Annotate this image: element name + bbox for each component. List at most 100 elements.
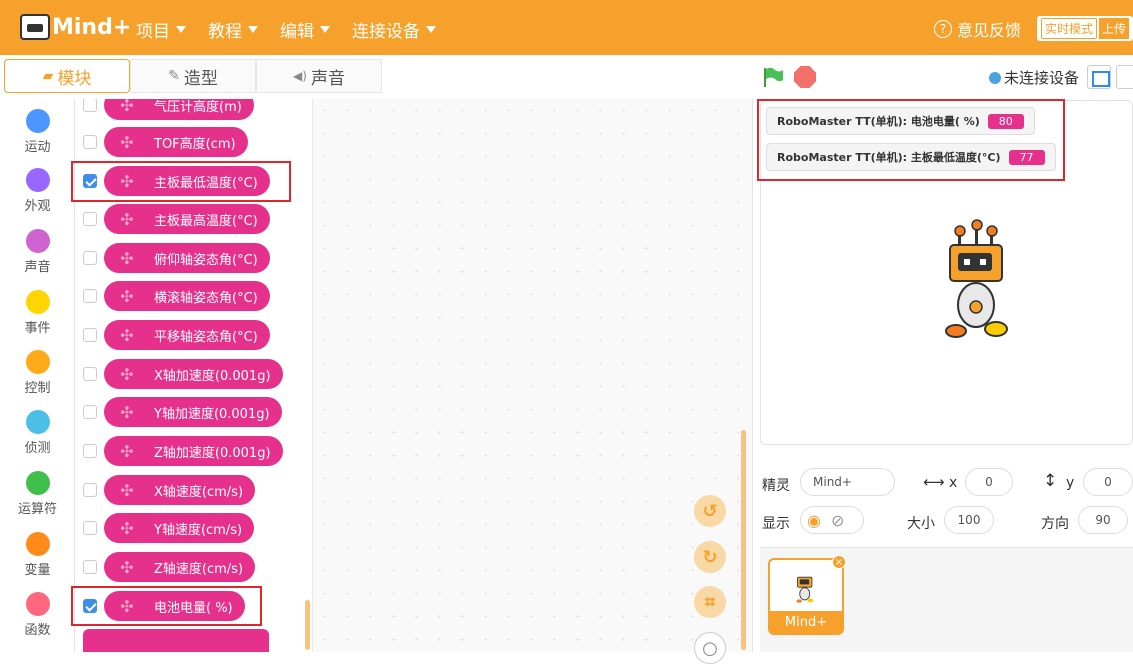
crop-button[interactable]: ⌗: [694, 586, 726, 618]
tab-blocks[interactable]: ▰ 模块: [4, 59, 130, 93]
mind-plus-logo[interactable]: Mind+: [20, 10, 131, 44]
delete-sprite-icon[interactable]: ×: [832, 555, 846, 569]
category-variables[interactable]: 变量: [0, 532, 75, 578]
reporter-block[interactable]: ✣ X轴加速度(0.001g): [104, 359, 283, 389]
small-stage-button[interactable]: [1087, 65, 1111, 89]
menu-edit-label: 编辑: [280, 22, 314, 42]
monitor-checkbox[interactable]: [83, 560, 97, 574]
sprite-card[interactable]: × Mind+: [768, 555, 846, 635]
connection-status: 未连接设备: [989, 67, 1079, 88]
block-label: 俯仰轴姿态角(°C): [154, 252, 258, 268]
drone-icon: ✣: [120, 557, 134, 577]
monitor-checkbox[interactable]: [83, 521, 97, 535]
reporter-block[interactable]: ✣ Z轴加速度(0.001g): [104, 436, 283, 466]
reporter-block[interactable]: ✣ 横滚轴姿态角(°C): [104, 281, 270, 311]
size-input[interactable]: 100: [944, 506, 994, 534]
upload-mode-button[interactable]: 上传: [1098, 18, 1129, 39]
reporter-block[interactable]: ✣ Y轴加速度(0.001g): [104, 397, 282, 427]
workspace-scrollbar[interactable]: [741, 430, 746, 650]
size-label: 大小: [907, 516, 935, 532]
menu-connect-label: 连接设备: [352, 22, 420, 42]
stage[interactable]: RoboMaster TT(单机): 电池电量( %) 80 RoboMaste…: [757, 99, 1133, 445]
command-block-partial[interactable]: [83, 629, 269, 652]
reporter-block[interactable]: ✣ Y轴速度(cm/s): [104, 513, 255, 543]
direction-input[interactable]: 90: [1078, 506, 1128, 534]
reporter-block[interactable]: ✣ 主板最高温度(°C): [104, 204, 270, 234]
x-label: x: [949, 475, 958, 491]
sprite-name-input[interactable]: Mind+: [800, 468, 895, 496]
large-stage-button[interactable]: [1116, 65, 1133, 89]
drone-icon: ✣: [120, 402, 134, 422]
reporter-block[interactable]: ✣ Z轴速度(cm/s): [104, 552, 256, 582]
category-label: 运动: [24, 140, 51, 155]
block-label: X轴加速度(0.001g): [154, 368, 271, 384]
category-events[interactable]: 事件: [0, 290, 75, 336]
category-label: 函数: [24, 623, 51, 638]
sprite-info-panel: 精灵 Mind+ ⟷ x 0 ↕ y 0 显示 ◉ ⊘ 大小 100 方向 90: [753, 460, 1133, 545]
monitor-checkbox[interactable]: [83, 483, 97, 497]
zoom-button[interactable]: ○: [694, 632, 726, 664]
stage-header: 未连接设备: [753, 55, 1133, 99]
feedback-button[interactable]: ? 意见反馈: [933, 17, 1021, 41]
x-input[interactable]: 0: [965, 468, 1013, 496]
category-dot-icon: [25, 109, 50, 133]
top-menu-bar: Mind+ 项目 教程 编辑 连接设备 ? 意见反馈 实时模式 上传: [0, 0, 1133, 55]
reporter-block[interactable]: ✣ TOF高度(cm): [104, 127, 248, 157]
mind-plus-sprite[interactable]: [942, 219, 1012, 349]
sprite-thumbnail-icon: [796, 576, 814, 603]
redo-icon: ↻: [702, 546, 718, 568]
eye-off-icon[interactable]: ⊘: [831, 511, 844, 530]
code-workspace[interactable]: [313, 99, 753, 652]
category-label: 事件: [24, 321, 51, 336]
monitor-checkbox[interactable]: [83, 328, 97, 342]
tab-costumes[interactable]: ✎ 造型: [130, 59, 256, 93]
monitor-checkbox[interactable]: [83, 405, 97, 419]
redo-button[interactable]: ↻: [694, 541, 726, 573]
y-value: 0: [1104, 475, 1112, 489]
eye-icon[interactable]: ◉: [807, 511, 821, 530]
block-row: ✣ Z轴速度(cm/s): [75, 551, 312, 583]
connection-status-label: 未连接设备: [1004, 69, 1080, 87]
block-row: ✣ Z轴加速度(0.001g): [75, 435, 312, 467]
category-operators[interactable]: 运算符: [0, 471, 75, 517]
monitor-checkbox[interactable]: [83, 289, 97, 303]
monitor-checkbox[interactable]: [83, 444, 97, 458]
reporter-block[interactable]: ✣ X轴速度(cm/s): [104, 475, 256, 505]
monitor-checkbox[interactable]: [83, 212, 97, 226]
palette-scrollbar[interactable]: [305, 600, 310, 650]
y-input[interactable]: 0: [1083, 468, 1133, 496]
reporter-block[interactable]: ✣ 平移轴姿态角(°C): [104, 320, 270, 350]
green-flag-icon[interactable]: [762, 66, 784, 88]
category-sound[interactable]: 声音: [0, 229, 75, 275]
monitor-checkbox[interactable]: [83, 251, 97, 265]
category-dot-icon: [25, 229, 50, 253]
chevron-down-icon: [320, 26, 330, 33]
tab-sounds[interactable]: ◀) 声音: [256, 59, 382, 93]
monitor-checkbox[interactable]: [83, 135, 97, 149]
blocks-icon: ▰: [42, 68, 54, 84]
category-looks[interactable]: 外观: [0, 168, 75, 214]
menu-tutorial[interactable]: 教程: [208, 17, 258, 42]
reporter-block[interactable]: ✣ 俯仰轴姿态角(°C): [104, 243, 270, 273]
reporter-block[interactable]: ✣ 气压计高度(m): [104, 99, 254, 120]
monitor-checkbox[interactable]: [83, 99, 97, 112]
category-label: 变量: [24, 563, 51, 578]
monitor-checkbox[interactable]: [83, 367, 97, 381]
menu-project[interactable]: 项目: [136, 17, 186, 42]
menu-edit[interactable]: 编辑: [280, 17, 330, 42]
undo-button[interactable]: ↺: [694, 495, 726, 527]
tab-sounds-label: 声音: [310, 68, 345, 89]
drone-icon: ✣: [120, 99, 134, 115]
category-control[interactable]: 控制: [0, 350, 75, 396]
x-value: 0: [985, 475, 993, 489]
stop-icon[interactable]: [794, 66, 816, 88]
category-functions[interactable]: 函数: [0, 592, 75, 638]
block-label: 气压计高度(m): [154, 99, 242, 115]
category-dot-icon: [25, 290, 50, 314]
block-categories: 运动 外观 声音 事件 控制 侦测 运算符 变量 函数: [0, 99, 75, 652]
menu-connect-device[interactable]: 连接设备: [352, 17, 436, 42]
category-sensing[interactable]: 侦测: [0, 410, 75, 456]
category-motion[interactable]: 运动: [0, 109, 75, 155]
category-dot-icon: [25, 532, 50, 556]
realtime-mode-button[interactable]: 实时模式: [1040, 18, 1097, 39]
